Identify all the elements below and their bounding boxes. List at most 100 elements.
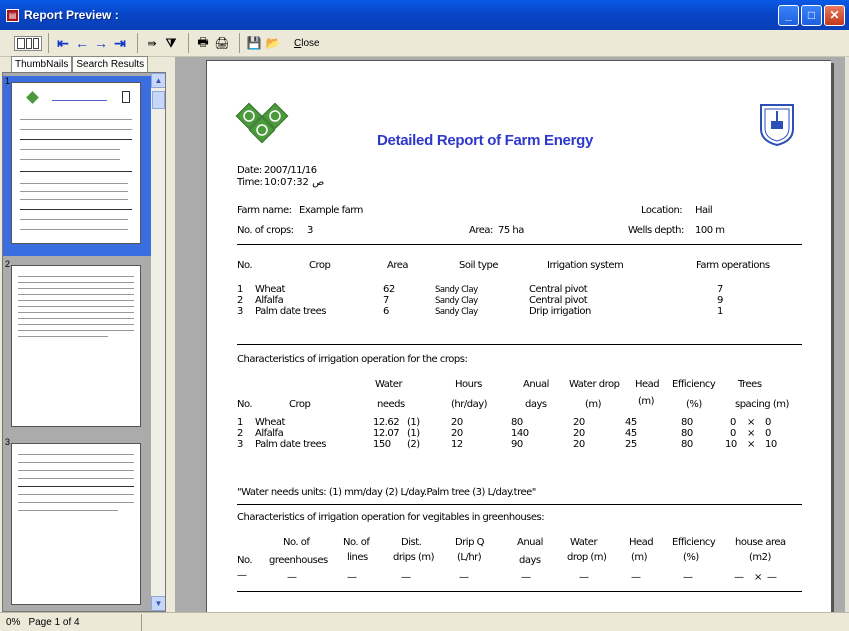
close-button[interactable]: Close	[294, 33, 320, 53]
irr-col-crop: Crop	[289, 399, 311, 410]
scroll-up-icon[interactable]: ▲	[151, 73, 165, 88]
university-seal-icon	[760, 104, 794, 147]
gh-col-greenhouses: greenhouses	[269, 555, 328, 566]
irr-row-1-sp-a: 0	[730, 417, 736, 428]
multi-page-icon[interactable]	[33, 37, 39, 49]
previous-page-icon[interactable]: ←	[74, 33, 90, 53]
farm-name-value: Example farm	[299, 205, 363, 216]
crop-row-3-irrigation: Drip irrigation	[529, 306, 591, 317]
gh-head-head: Head	[629, 537, 654, 548]
irr-row-3-no: 3	[237, 439, 243, 450]
irr-row-1-unit: (1)	[407, 417, 420, 428]
thumbnail-page-3[interactable]: 3	[3, 437, 151, 611]
irr-row-3-drop: 20	[573, 439, 585, 450]
crop-row-3-operations: 1	[717, 306, 723, 317]
gh-col-drips: drips (m)	[393, 552, 435, 563]
thumbnail-page-2[interactable]: 2	[3, 259, 151, 435]
irr-row-1-needs: 12.62	[373, 417, 400, 428]
save-icon[interactable]: 💾	[246, 33, 262, 53]
irr-row-3-unit: (2)	[407, 439, 420, 450]
zoom-status: 0%	[6, 616, 21, 628]
crops-value: 3	[307, 225, 313, 236]
scroll-down-icon[interactable]: ▼	[151, 596, 165, 611]
last-page-icon[interactable]: ⇥	[112, 33, 128, 53]
irr-row-2-eff: 80	[681, 428, 693, 439]
divider	[237, 244, 802, 245]
report-page: Detailed Report of Farm Energy Date: 200…	[206, 60, 831, 612]
goto-page-icon[interactable]: ⇛	[144, 33, 160, 53]
irr-head-head: Head	[635, 379, 660, 390]
irr-col-no: No.	[237, 399, 253, 410]
gh-row-head: —	[631, 572, 641, 583]
viewer-scrollbar[interactable]	[845, 57, 849, 612]
gh-row-days: —	[521, 572, 531, 583]
crop-row-3-crop: Palm date trees	[255, 306, 326, 317]
irr-row-1-times: ×	[747, 417, 755, 428]
irr-col-days: days	[525, 399, 547, 410]
divider	[237, 591, 802, 592]
irr-row-2-unit: (1)	[407, 428, 420, 439]
irr-row-2-days: 140	[511, 428, 529, 439]
gh-head-anual: Anual	[517, 537, 543, 548]
divider	[237, 344, 802, 345]
irr-row-3-sp-a: 10	[725, 439, 737, 450]
crop-row-2-irrigation: Central pivot	[529, 295, 588, 306]
gh-row-lines: —	[347, 572, 357, 583]
close-window-button[interactable]: ✕	[824, 5, 845, 26]
crop-row-1-operations: 7	[717, 284, 723, 295]
tab-search-results[interactable]: Search Results	[72, 56, 149, 73]
gh-row-times: ×	[754, 572, 762, 583]
open-icon[interactable]: 📂	[265, 33, 281, 53]
crop-row-2-crop: Alfalfa	[255, 295, 284, 306]
first-page-icon[interactable]: ⇤	[55, 33, 71, 53]
irr-row-2-head: 45	[625, 428, 637, 439]
crop-row-1-area: 62	[383, 284, 395, 295]
minimize-button[interactable]: _	[778, 5, 799, 26]
irr-row-1-hours: 20	[451, 417, 463, 428]
page-layout-buttons[interactable]	[14, 35, 42, 51]
tab-thumbnails[interactable]: ThumbNails	[11, 56, 73, 73]
gh-col-no: No.	[237, 555, 253, 566]
farm-logo-icon	[235, 102, 289, 144]
next-page-icon[interactable]: →	[93, 33, 109, 53]
irr-col-spacing: spacing (m)	[735, 399, 789, 410]
gh-row-area-a: —	[734, 572, 744, 583]
gh-col-lhr: (L/hr)	[457, 552, 482, 563]
units-note: "Water needs units: (1) mm/day (2) L/day…	[237, 487, 536, 498]
irr-row-3-eff: 80	[681, 439, 693, 450]
single-page-icon[interactable]	[17, 37, 25, 49]
crop-row-2-operations: 9	[717, 295, 723, 306]
print-setup-icon[interactable]: 🖶	[195, 33, 211, 53]
irr-row-3-crop: Palm date trees	[255, 439, 326, 450]
report-viewer: Detailed Report of Farm Energy Date: 200…	[175, 57, 849, 612]
crop-row-1-soil: Sandy Clay	[435, 285, 478, 295]
report-preview-icon: ▤	[6, 8, 19, 22]
gh-row-drop: —	[579, 572, 589, 583]
gh-head-water: Water	[570, 537, 598, 548]
thumbnail-page-1[interactable]: 1	[3, 76, 151, 256]
thumbnail-panel: 1 2 3 ▲ ▼	[2, 72, 166, 612]
crop-row-1-irrigation: Central pivot	[529, 284, 588, 295]
two-pages-icon[interactable]	[26, 37, 32, 49]
wells-depth-label: Wells depth:	[628, 225, 684, 236]
crop-col-irrigation: Irrigation system	[547, 260, 624, 271]
irr-row-1-drop: 20	[573, 417, 585, 428]
irr-row-2-sp-b: 0	[765, 428, 771, 439]
time-label: Time:	[237, 177, 263, 188]
irr-row-1-no: 1	[237, 417, 243, 428]
maximize-button[interactable]: □	[801, 5, 822, 26]
irr-col-pct: (%)	[686, 399, 702, 410]
irr-col-hrday: (hr/day)	[451, 399, 488, 410]
print-icon[interactable]: 🖨	[214, 33, 230, 53]
filter-icon[interactable]: ⧩	[163, 33, 179, 53]
gh-head-house-area: house area	[735, 537, 786, 548]
irr-head-hours: Hours	[455, 379, 482, 390]
crop-col-soil: Soil type	[459, 260, 499, 271]
gh-row-drips: —	[401, 572, 411, 583]
irr-row-2-needs: 12.07	[373, 428, 400, 439]
gh-row-lhr: —	[459, 572, 469, 583]
scrollbar-thumb[interactable]	[152, 91, 165, 109]
gh-col-m2: (m2)	[749, 552, 771, 563]
gh-col-lines: lines	[347, 552, 368, 563]
thumbnail-scrollbar[interactable]: ▲ ▼	[151, 73, 165, 611]
